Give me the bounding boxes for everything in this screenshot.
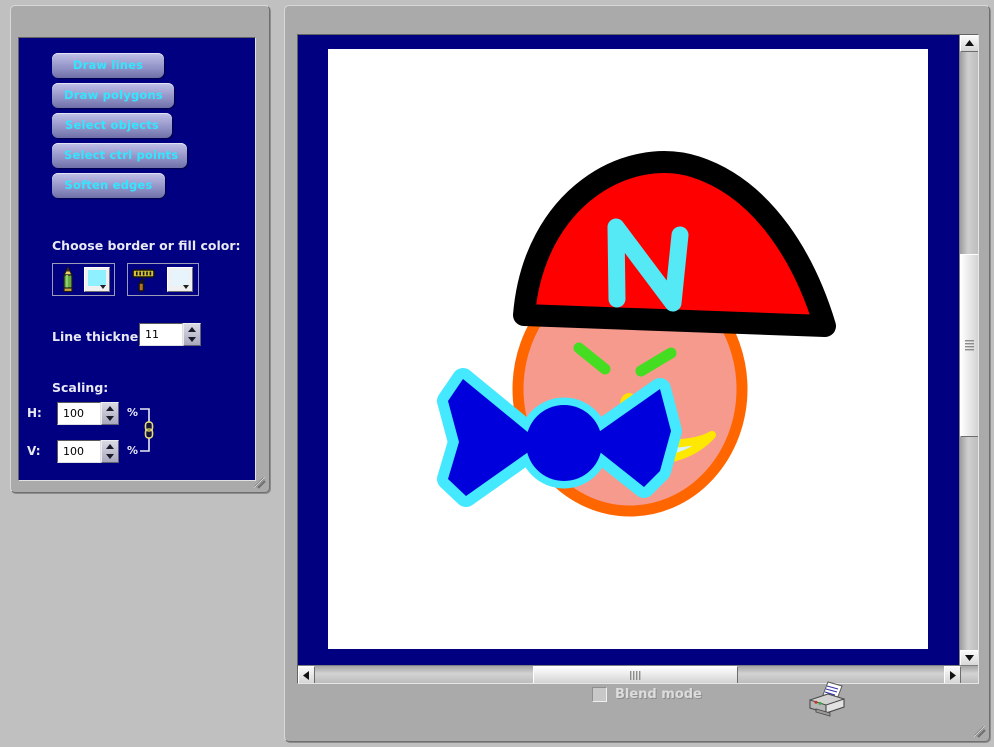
tool-panel-body: Draw lines Draw polygons Select objects … xyxy=(18,37,256,481)
scroll-down-arrow-icon xyxy=(965,655,974,661)
tool-panel-resize-handle[interactable] xyxy=(252,475,266,489)
spin-up-icon[interactable] xyxy=(188,326,196,332)
paint-roller-icon xyxy=(128,264,166,295)
scroll-up-button[interactable] xyxy=(960,35,978,52)
pencil-icon xyxy=(53,264,83,295)
color-section-label: Choose border or fill color: xyxy=(52,238,241,253)
fill-color-swatch[interactable] xyxy=(167,267,193,292)
blend-mode-checkbox xyxy=(592,687,607,702)
scaling-vertical-stepper[interactable]: 100 xyxy=(57,440,119,463)
scaling-horizontal-input[interactable]: 100 xyxy=(57,402,101,425)
soften-edges-button[interactable]: Soften edges xyxy=(52,173,165,198)
spin-up-icon[interactable] xyxy=(106,405,114,411)
tool-panel-window: Draw lines Draw polygons Select objects … xyxy=(10,5,270,493)
draw-polygons-button[interactable]: Draw polygons xyxy=(52,83,174,108)
select-objects-button[interactable]: Select objects xyxy=(52,113,172,138)
blend-mode-label: Blend mode xyxy=(615,687,702,702)
fill-color-value xyxy=(171,270,189,286)
canvas-viewport[interactable] xyxy=(297,34,979,684)
scaling-horizontal-unit: % xyxy=(127,406,139,419)
border-color-swatch[interactable] xyxy=(84,267,110,292)
drawing-paper[interactable] xyxy=(328,49,928,649)
spin-down-icon[interactable] xyxy=(106,454,114,460)
draw-lines-button[interactable]: Draw lines xyxy=(52,53,164,78)
scaling-horizontal-spin-buttons[interactable] xyxy=(101,402,119,425)
scaling-section-label: Scaling: xyxy=(52,380,109,395)
canvas-window: Blend mode xyxy=(284,5,990,742)
scaling-horizontal-stepper[interactable]: 100 xyxy=(57,402,119,425)
line-thickness-stepper[interactable]: 11 xyxy=(139,323,201,346)
canvas-panel-resize-handle[interactable] xyxy=(972,724,986,738)
fill-color-chooser[interactable] xyxy=(127,263,199,296)
scaling-vertical-unit: % xyxy=(127,444,139,457)
chain-link-icon xyxy=(140,408,154,452)
line-thickness-input[interactable]: 11 xyxy=(139,323,183,346)
scaling-vertical-input[interactable]: 100 xyxy=(57,440,101,463)
border-color-chooser[interactable] xyxy=(52,263,115,296)
print-button[interactable] xyxy=(804,680,850,718)
drawing-artwork[interactable] xyxy=(328,49,928,649)
canvas-vertical-scrollbar[interactable] xyxy=(959,35,978,683)
select-ctrl-points-button[interactable]: Select ctrl points xyxy=(52,143,187,168)
border-color-value xyxy=(88,270,106,286)
scaling-vertical-spin-buttons[interactable] xyxy=(101,440,119,463)
vertical-scroll-thumb[interactable] xyxy=(960,254,978,437)
spin-down-icon[interactable] xyxy=(106,416,114,422)
chevron-down-icon xyxy=(183,285,189,289)
spin-up-icon[interactable] xyxy=(106,443,114,449)
scroll-up-arrow-icon xyxy=(965,40,974,46)
scaling-horizontal-label: H: xyxy=(27,406,42,420)
chevron-down-icon xyxy=(100,285,106,289)
bow-knot-fill xyxy=(526,405,602,481)
spin-down-icon[interactable] xyxy=(188,337,196,343)
canvas-footer-controls: Blend mode xyxy=(297,677,979,717)
scroll-grip-icon xyxy=(965,339,974,350)
line-thickness-spin-buttons[interactable] xyxy=(183,323,201,346)
scaling-vertical-label: V: xyxy=(27,444,41,458)
application-window: Draw lines Draw polygons Select objects … xyxy=(0,0,994,747)
printer-icon xyxy=(809,681,845,717)
